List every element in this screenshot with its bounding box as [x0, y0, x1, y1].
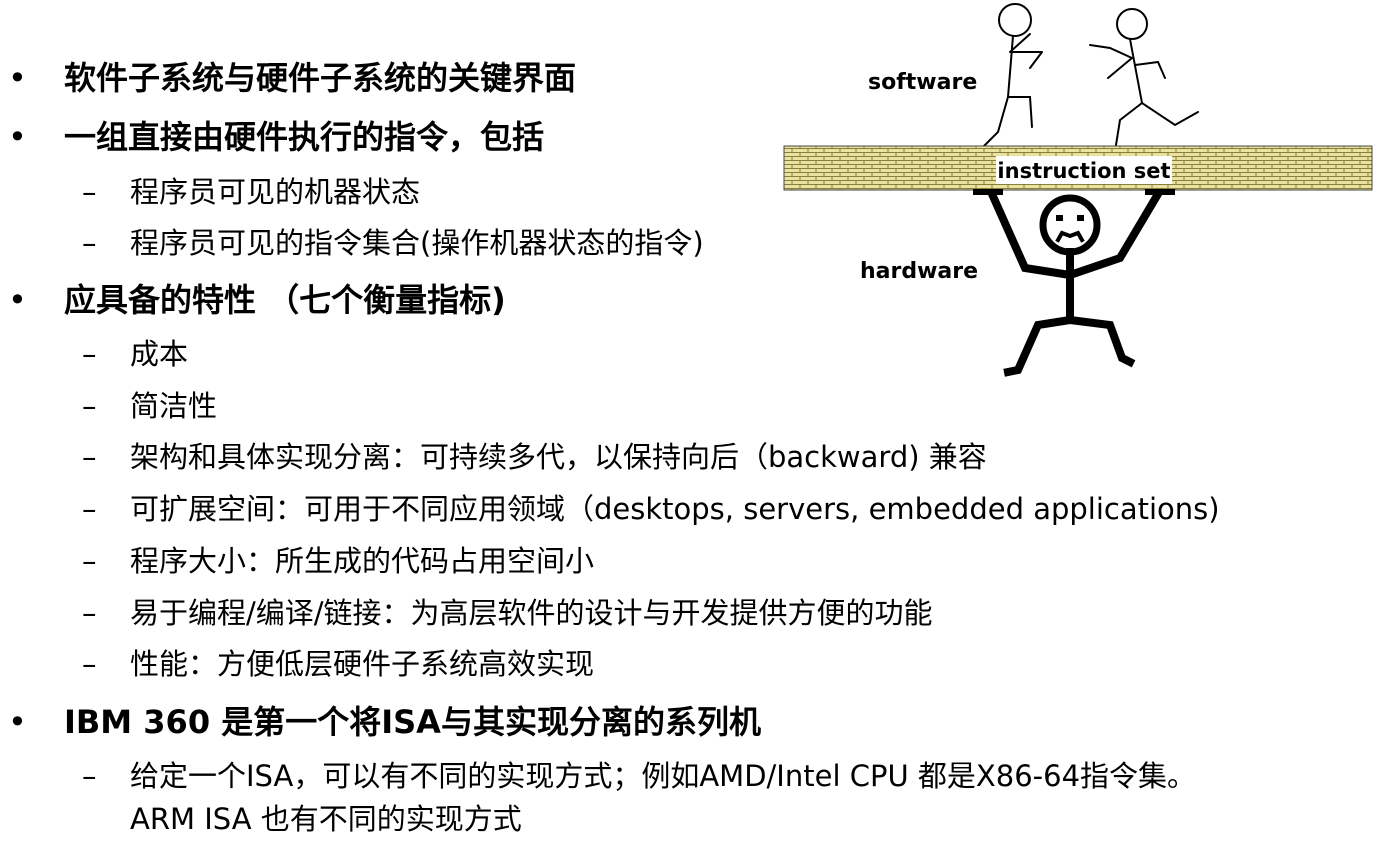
hardware-stick-figure	[973, 188, 1175, 377]
dash-icon: –	[82, 492, 97, 526]
sub-item-text: 易于编程/编译/链接：为高层软件的设计与开发提供方便的功能	[130, 596, 933, 630]
instruction-set-label: instruction set	[997, 159, 1170, 183]
software-stick-figure-1	[979, 3, 1043, 151]
bullet-text: 应具备的特性 （七个衡量指标)	[64, 281, 506, 319]
sub-item-continuation: ARM ISA 也有不同的实现方式	[130, 802, 522, 836]
bullet-text: IBM 360 是第一个将ISA与其实现分离的系列机	[64, 703, 761, 741]
sub-item-text: 可扩展空间：可用于不同应用领域（desktops, servers, embed…	[130, 492, 1220, 526]
sub-item-text: 程序员可见的指令集合(操作机器状态的指令)	[130, 226, 704, 260]
bullet-text: 软件子系统与硬件子系统的关键界面	[64, 59, 577, 97]
dash-icon: –	[82, 175, 97, 209]
software-label: software	[868, 70, 977, 95]
sub-item-text: 程序员可见的机器状态	[130, 175, 421, 209]
bullet-icon: •	[8, 703, 27, 741]
dash-icon: –	[82, 337, 97, 371]
dash-icon: –	[82, 647, 97, 681]
bullet-icon: •	[8, 281, 27, 319]
sub-item-text: 程序大小：所生成的代码占用空间小	[130, 544, 595, 578]
sub-item-text: 成本	[130, 337, 189, 371]
bullet-text: 一组直接由硬件执行的指令，包括	[64, 118, 545, 156]
bullet-icon: •	[8, 118, 27, 156]
hardware-label: hardware	[860, 259, 978, 284]
dash-icon: –	[82, 759, 97, 793]
isa-illustration: software hardware instruction set	[783, 3, 1373, 377]
sub-item-text: 架构和具体实现分离：可持续多代，以保持向后（backward) 兼容	[130, 440, 987, 474]
sub-item-text: 给定一个ISA，可以有不同的实现方式；例如AMD/Intel CPU 都是X86…	[130, 759, 1197, 793]
dash-icon: –	[82, 440, 97, 474]
sub-item-text: 性能：方便低层硬件子系统高效实现	[130, 647, 595, 681]
software-stick-figure-2	[1089, 8, 1199, 146]
dash-icon: –	[82, 544, 97, 578]
dash-icon: –	[82, 596, 97, 630]
dash-icon: –	[82, 389, 97, 423]
sub-item-text: 简洁性	[130, 389, 218, 423]
bullet-icon: •	[8, 59, 27, 97]
dash-icon: –	[82, 226, 97, 260]
